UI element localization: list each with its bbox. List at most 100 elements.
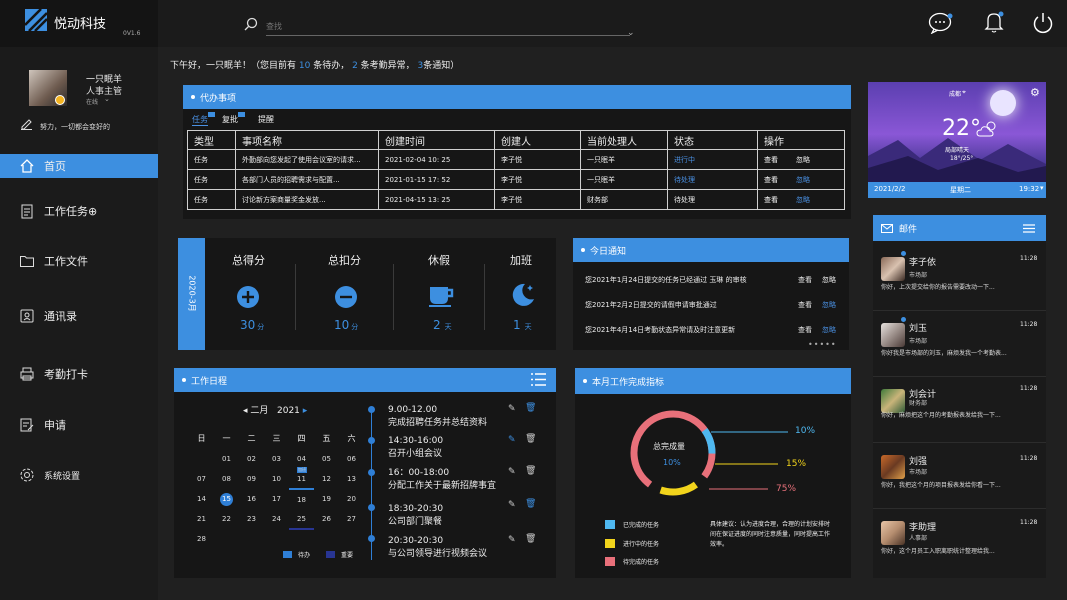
- next-month-icon[interactable]: ▸: [300, 406, 308, 416]
- calendar-day[interactable]: 26: [314, 509, 339, 529]
- calendar-day[interactable]: [314, 529, 339, 549]
- search-chevron-icon[interactable]: ⌄: [627, 28, 635, 38]
- view-link[interactable]: 查看: [764, 176, 778, 184]
- calendar-day[interactable]: [214, 529, 239, 549]
- calendar-day[interactable]: [289, 529, 314, 549]
- power-icon[interactable]: [1032, 12, 1054, 34]
- calendar-day[interactable]: 17: [264, 489, 289, 509]
- contacts-icon: [18, 307, 36, 325]
- calendar-day[interactable]: 18: [289, 489, 314, 509]
- trash-icon[interactable]: 🗑: [525, 403, 536, 413]
- menu-icon[interactable]: [1023, 224, 1035, 233]
- schedule-event[interactable]: 20:30-20:30 与公司领导进行视频会议: [388, 535, 487, 561]
- calendar-day[interactable]: 20: [339, 489, 364, 509]
- nav-settings[interactable]: 系统设置: [0, 463, 158, 487]
- schedule-event[interactable]: 16：00-18:00 分配工作关于最新招牌事宜: [388, 467, 496, 493]
- calendar-day-marked[interactable]: 11 加班: [289, 467, 314, 490]
- calendar-day[interactable]: 07: [189, 469, 214, 489]
- ignore-link[interactable]: 忽略: [822, 275, 836, 285]
- view-link[interactable]: 查看: [798, 300, 812, 310]
- ignore-link[interactable]: 忽略: [796, 176, 810, 184]
- calendar-day[interactable]: 05: [314, 449, 339, 469]
- view-link[interactable]: 查看: [798, 275, 812, 285]
- time-dropdown-icon[interactable]: ▾: [1040, 184, 1044, 192]
- user-status[interactable]: 在线: [86, 97, 98, 106]
- edit-icon[interactable]: ✎: [508, 467, 516, 477]
- calendar-day[interactable]: 02: [239, 449, 264, 469]
- calendar-day[interactable]: 09: [239, 469, 264, 489]
- tab-remind[interactable]: 提醒: [258, 114, 274, 125]
- calendar-day[interactable]: 23: [239, 509, 264, 529]
- ignore-link[interactable]: 忽略: [822, 300, 836, 310]
- mail-item[interactable]: 李子依 市场部 11:28 你好，上次提交给你的报告需要改动一下...: [873, 245, 1046, 311]
- calendar-day[interactable]: 13: [339, 469, 364, 489]
- calendar-day[interactable]: 24: [264, 509, 289, 529]
- mail-item[interactable]: 刘强 市场部 11:28 你好，我把这个月的项目报表发给你看一下...: [873, 443, 1046, 509]
- chat-icon[interactable]: [928, 12, 954, 34]
- calendar-day[interactable]: 12: [314, 469, 339, 489]
- search-input[interactable]: [266, 18, 630, 36]
- nav-files[interactable]: 工作文件: [0, 249, 158, 273]
- view-link[interactable]: 查看: [798, 325, 812, 335]
- calendar-day[interactable]: 06: [339, 449, 364, 469]
- nav-attendance[interactable]: 考勤打卡: [0, 362, 158, 386]
- ignore-link[interactable]: 忽略: [796, 156, 810, 164]
- calendar-day[interactable]: 14: [189, 489, 214, 509]
- nav-contacts[interactable]: 通讯录: [0, 304, 158, 328]
- cell-name[interactable]: 外勤部向您发起了使用会议室的请求...: [235, 149, 379, 170]
- search-icon[interactable]: [244, 17, 258, 31]
- edit-icon[interactable]: ✎: [508, 435, 516, 445]
- calendar-day[interactable]: 10: [264, 469, 289, 489]
- mail-item[interactable]: 刘会计 财务部 11:28 你好，麻烦把这个月的考勤报表发给我一下...: [873, 377, 1046, 443]
- trash-icon[interactable]: 🗑: [525, 466, 536, 476]
- tab-task[interactable]: 任务: [192, 114, 208, 126]
- edit-icon[interactable]: ✎: [508, 500, 516, 510]
- trash-icon[interactable]: 🗑: [525, 534, 536, 544]
- list-icon[interactable]: [530, 372, 547, 387]
- cell-name[interactable]: 讨论新方案商量奖金发放...: [235, 189, 379, 210]
- weather-time[interactable]: 19:32: [1019, 185, 1039, 193]
- nav-apply[interactable]: 申请: [0, 413, 158, 437]
- mail-item[interactable]: 李助理 人事部 11:28 你好，这个月员工入职离职统计整理给我...: [873, 509, 1046, 578]
- tab-review[interactable]: 复批: [222, 114, 238, 125]
- status-chevron-icon[interactable]: ⌄: [104, 95, 110, 103]
- calendar-day[interactable]: 16: [239, 489, 264, 509]
- pen-icon[interactable]: [20, 117, 33, 130]
- nav-home[interactable]: 首页: [0, 154, 158, 178]
- trash-icon[interactable]: 🗑: [525, 499, 536, 509]
- schedule-event[interactable]: 14:30-16:00 召开小组会议: [388, 435, 443, 461]
- calendar-day[interactable]: 01: [214, 449, 239, 469]
- bell-icon[interactable]: [984, 10, 1006, 34]
- ignore-link[interactable]: 忽略: [822, 325, 836, 335]
- calendar-day[interactable]: 19: [314, 489, 339, 509]
- view-link[interactable]: 查看: [764, 156, 778, 164]
- calendar-day[interactable]: 27: [339, 509, 364, 529]
- edit-icon[interactable]: ✎: [508, 535, 516, 545]
- trash-icon[interactable]: 🗑: [525, 434, 536, 444]
- divider: [393, 264, 394, 330]
- calendar-day-selected[interactable]: 15: [214, 489, 239, 509]
- view-link[interactable]: 查看: [764, 196, 778, 204]
- calendar-day[interactable]: [339, 529, 364, 549]
- pager-dots[interactable]: •••••: [808, 340, 837, 349]
- settings-gear-icon[interactable]: ⚙: [1030, 86, 1040, 99]
- mail-item[interactable]: 刘玉 市场部 11:28 你好我是市场部的刘玉，麻烦发我一个考勤表...: [873, 311, 1046, 377]
- calendar-day[interactable]: 08: [214, 469, 239, 489]
- calendar-day[interactable]: 21: [189, 509, 214, 529]
- weather-city[interactable]: 成都: [949, 89, 961, 98]
- calendar-day[interactable]: 28: [189, 529, 214, 549]
- calendar-day[interactable]: [189, 449, 214, 469]
- calendar-day[interactable]: [264, 529, 289, 549]
- schedule-event[interactable]: 9.00-12.00 完成招聘任务并总结资料: [388, 404, 487, 430]
- calendar-day[interactable]: 03: [264, 449, 289, 469]
- calendar-day[interactable]: 22: [214, 509, 239, 529]
- cell-name[interactable]: 各部门人员的招聘需求与配置...: [235, 169, 379, 190]
- schedule-event[interactable]: 18:30-20:30 公司部门聚餐: [388, 503, 443, 529]
- calendar-day[interactable]: 04: [289, 449, 314, 469]
- edit-icon[interactable]: ✎: [508, 404, 516, 414]
- nav-tasks[interactable]: 工作任务⊕: [0, 199, 158, 223]
- calendar-day-marked[interactable]: 25: [289, 509, 314, 530]
- ignore-link[interactable]: 忽略: [796, 196, 810, 204]
- calendar-day[interactable]: [239, 529, 264, 549]
- avatar[interactable]: [29, 70, 67, 106]
